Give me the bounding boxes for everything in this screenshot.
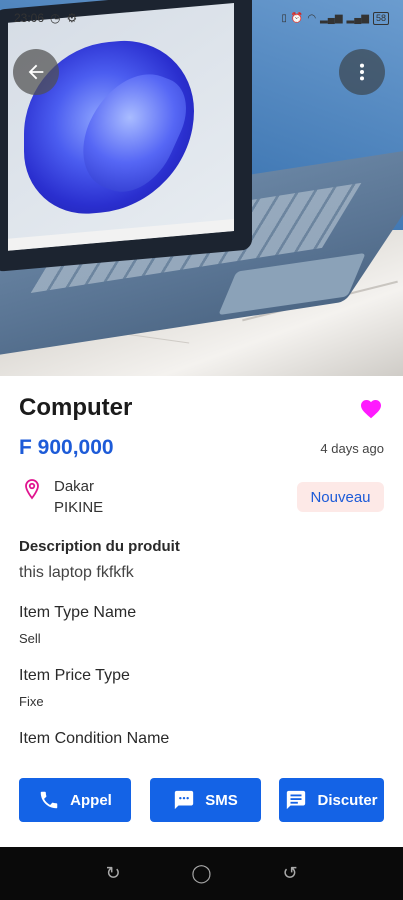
home-icon[interactable]: ◯ [191, 863, 211, 884]
clock-icon: ◷ [50, 11, 61, 25]
notification-icon: ⚙ [66, 11, 78, 25]
call-button[interactable]: Appel [19, 778, 131, 822]
call-label: Appel [70, 791, 112, 809]
sms-icon [175, 790, 194, 810]
more-vertical-icon [359, 63, 365, 81]
wifi-icon: ◠ [307, 12, 317, 24]
description-label: Description du produit [19, 538, 180, 555]
chat-icon [287, 790, 306, 810]
alarm-icon: ⏰ [290, 12, 304, 24]
item-type-value: Sell [19, 631, 41, 646]
description-text: this laptop fkfkfk [19, 564, 134, 581]
phone-icon [40, 791, 58, 809]
chat-label: Discuter [317, 791, 378, 809]
posted-time: 4 days ago [320, 441, 384, 456]
signal-icon: ▂▄▆ [346, 12, 369, 24]
location-pin-icon [25, 479, 39, 500]
vibrate-icon: ▯ [281, 12, 287, 24]
favorite-heart-icon[interactable] [359, 397, 383, 421]
laptop-screen [0, 0, 252, 273]
condition-label: Item Condition Name [19, 730, 170, 747]
battery-indicator: 58 [372, 11, 389, 25]
status-right: ▯ ⏰ ◠ ▂▄▆ ▂▄▆ 58 [281, 11, 389, 25]
chat-button[interactable]: Discuter [279, 778, 384, 822]
location-city: Dakar [54, 478, 95, 495]
product-image[interactable] [0, 0, 403, 376]
arrow-back-icon [28, 64, 44, 80]
back-icon[interactable]: ↺ [282, 863, 297, 884]
product-title: Computer [19, 394, 133, 421]
sms-button[interactable]: SMS [150, 778, 261, 822]
status-bar: 23:06 ◷ ⚙ ▯ ⏰ ◠ ▂▄▆ ▂▄▆ 58 [0, 0, 403, 36]
location-area: PIKINE [54, 499, 104, 516]
status-time: 23:06 [14, 11, 45, 25]
signal-icon: ▂▄▆ [320, 12, 343, 24]
condition-badge: Nouveau [297, 482, 384, 512]
price-type-label: Item Price Type [19, 667, 130, 684]
system-nav-bar: ↻ ◯ ↺ [0, 847, 403, 900]
product-price: F 900,000 [19, 436, 114, 459]
item-type-label: Item Type Name [19, 604, 137, 621]
price-type-value: Fixe [19, 694, 44, 709]
taskbar [8, 219, 234, 251]
laptop-display [8, 3, 234, 251]
sms-label: SMS [205, 791, 238, 809]
back-button[interactable] [13, 49, 59, 95]
recent-apps-icon[interactable]: ↻ [105, 863, 120, 884]
status-left: 23:06 ◷ ⚙ [14, 11, 77, 25]
more-options-button[interactable] [339, 49, 385, 95]
